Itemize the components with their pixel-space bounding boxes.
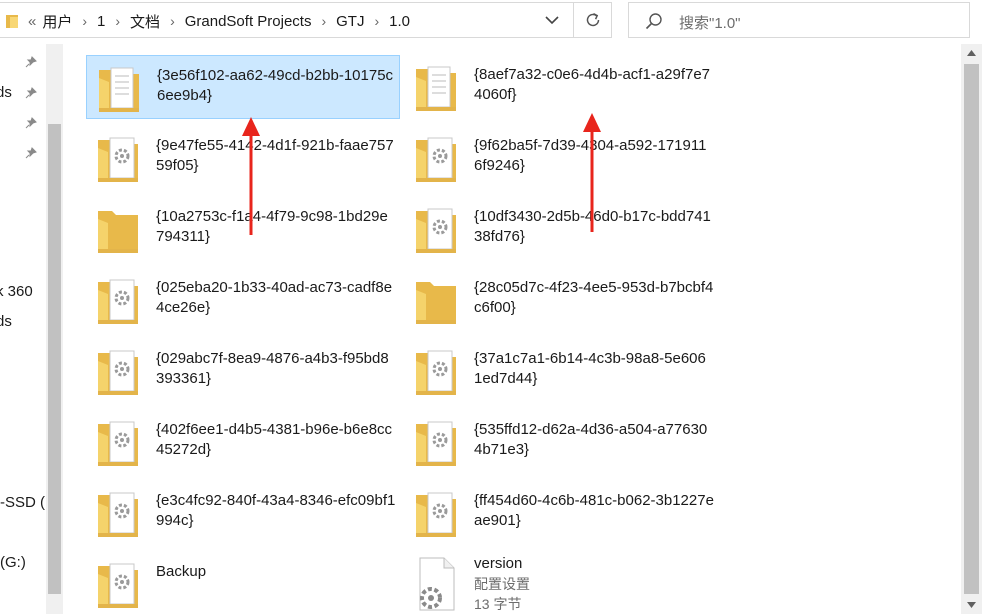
- item-name: Backup: [156, 563, 207, 580]
- breadcrumb-item-version-folder[interactable]: 1.0: [389, 13, 410, 30]
- scrollbar-thumb[interactable]: [964, 64, 979, 594]
- search-placeholder[interactable]: 搜索"1.0": [679, 12, 741, 33]
- item-name: {28c05d7c-4f23-4ee5-953d-b7bcbf4c6f00}: [474, 279, 714, 316]
- file-item[interactable]: version 配置设置 13 字节: [404, 552, 718, 616]
- folder-item[interactable]: {402f6ee1-d4b5-4381-b96e-b6e8cc45272d}: [86, 410, 400, 474]
- item-name: {9f62ba5f-7d39-4304-a592-1719116f9246}: [474, 137, 707, 174]
- breadcrumb-item-grandsoft[interactable]: GrandSoft Projects: [185, 13, 312, 30]
- folder-item[interactable]: {ff454d60-4c6b-481c-b062-3b1227eae901}: [404, 481, 718, 545]
- address-bar[interactable]: « 用户 › 1 › 文档 › GrandSoft Projects › GTJ…: [0, 2, 612, 38]
- chevron-right-icon[interactable]: ›: [82, 13, 87, 29]
- file-list: {3e56f102-aa62-49cd-b2bb-10175c6ee9b4} {8…: [63, 44, 961, 614]
- nav-item-downloads[interactable]: ds: [0, 84, 12, 101]
- scroll-up-button[interactable]: [961, 44, 982, 62]
- chevron-right-icon[interactable]: ›: [374, 13, 379, 29]
- nav-item-downloads-2[interactable]: ds: [0, 313, 12, 330]
- folder-item[interactable]: {535ffd12-d62a-4d36-a504-a776304b71e3}: [404, 410, 718, 474]
- folder-item[interactable]: {e3c4fc92-840f-43a4-8346-efc09bf1994c}: [86, 481, 400, 545]
- item-name: {10df3430-2d5b-46d0-b17c-bdd74138fd76}: [474, 208, 711, 245]
- folder-item[interactable]: {3e56f102-aa62-49cd-b2bb-10175c6ee9b4}: [86, 55, 400, 119]
- address-row: « 用户 › 1 › 文档 › GrandSoft Projects › GTJ…: [0, 0, 982, 44]
- folder-item[interactable]: {8aef7a32-c0e6-4d4b-acf1-a29f7e74060f}: [404, 55, 718, 119]
- item-name: {9e47fe55-4142-4d1f-921b-faae75759f05}: [156, 137, 394, 174]
- nav-item-360[interactable]: k 360: [0, 283, 33, 300]
- scroll-down-button[interactable]: [961, 596, 982, 614]
- folder-item[interactable]: {28c05d7c-4f23-4ee5-953d-b7bcbf4c6f00}: [404, 268, 718, 332]
- folder-item[interactable]: {10a2753c-f1a4-4f79-9c98-1bd29e794311}: [86, 197, 400, 261]
- item-size: 13 字节: [474, 596, 522, 612]
- pin-icon[interactable]: [25, 87, 37, 99]
- item-name: {029abc7f-8ea9-4876-a4b3-f95bd8393361}: [156, 350, 389, 387]
- pin-icon[interactable]: [25, 147, 37, 159]
- breadcrumb-item-1[interactable]: 1: [97, 13, 105, 30]
- chevron-right-icon[interactable]: ›: [321, 13, 326, 29]
- chevron-down-icon: [545, 15, 559, 24]
- folder-item[interactable]: {9f62ba5f-7d39-4304-a592-1719116f9246}: [404, 126, 718, 190]
- search-box[interactable]: 搜索"1.0": [628, 2, 970, 38]
- breadcrumb-item-gtj[interactable]: GTJ: [336, 13, 364, 30]
- refresh-button[interactable]: [573, 3, 612, 37]
- address-history-dropdown[interactable]: [532, 3, 572, 37]
- navigation-pane: ds k 360 ds -SSD ( (G:): [0, 44, 46, 614]
- breadcrumb-item-users[interactable]: 用户: [42, 11, 72, 32]
- chevron-right-icon[interactable]: ›: [115, 13, 120, 29]
- pin-icon[interactable]: [25, 117, 37, 129]
- folder-item[interactable]: {37a1c7a1-6b14-4c3b-98a8-5e6061ed7d44}: [404, 339, 718, 403]
- folder-item[interactable]: Backup: [86, 552, 400, 616]
- search-icon: [645, 13, 662, 30]
- folder-item[interactable]: {025eba20-1b33-40ad-ac73-cadf8e4ce26e}: [86, 268, 400, 332]
- folder-item[interactable]: {9e47fe55-4142-4d1f-921b-faae75759f05}: [86, 126, 400, 190]
- vertical-scrollbar[interactable]: [961, 44, 982, 614]
- breadcrumb-overflow[interactable]: «: [28, 13, 36, 30]
- folder-item[interactable]: {029abc7f-8ea9-4876-a4b3-f95bd8393361}: [86, 339, 400, 403]
- pin-icon[interactable]: [25, 56, 37, 68]
- item-name: {8aef7a32-c0e6-4d4b-acf1-a29f7e74060f}: [474, 66, 711, 103]
- chevron-right-icon[interactable]: ›: [170, 13, 175, 29]
- folder-item[interactable]: {10df3430-2d5b-46d0-b17c-bdd74138fd76}: [404, 197, 718, 261]
- nav-scrollbar-thumb[interactable]: [48, 124, 61, 594]
- item-name: {37a1c7a1-6b14-4c3b-98a8-5e6061ed7d44}: [474, 350, 706, 387]
- item-name: {ff454d60-4c6b-481c-b062-3b1227eae901}: [474, 492, 714, 529]
- item-name: {3e56f102-aa62-49cd-b2bb-10175c6ee9b4}: [157, 67, 394, 104]
- item-name: {025eba20-1b33-40ad-ac73-cadf8e4ce26e}: [156, 279, 393, 316]
- folder-icon: [6, 15, 18, 28]
- item-name: {e3c4fc92-840f-43a4-8346-efc09bf1994c}: [156, 492, 396, 529]
- item-type: 配置设置: [474, 576, 530, 592]
- item-name: {10a2753c-f1a4-4f79-9c98-1bd29e794311}: [156, 208, 388, 245]
- item-name: version: [474, 555, 523, 572]
- breadcrumb-item-documents[interactable]: 文档: [130, 11, 160, 32]
- caret-down-icon: [967, 602, 976, 608]
- nav-item-g-drive[interactable]: (G:): [0, 554, 26, 571]
- breadcrumb: « 用户 › 1 › 文档 › GrandSoft Projects › GTJ…: [28, 3, 410, 39]
- refresh-icon: [586, 12, 600, 27]
- nav-scrollbar[interactable]: [46, 44, 63, 614]
- item-name: {402f6ee1-d4b5-4381-b96e-b6e8cc45272d}: [156, 421, 393, 458]
- caret-up-icon: [967, 50, 976, 56]
- nav-item-ssd-drive[interactable]: -SSD (: [0, 494, 45, 511]
- item-name: {535ffd12-d62a-4d36-a504-a776304b71e3}: [474, 421, 708, 458]
